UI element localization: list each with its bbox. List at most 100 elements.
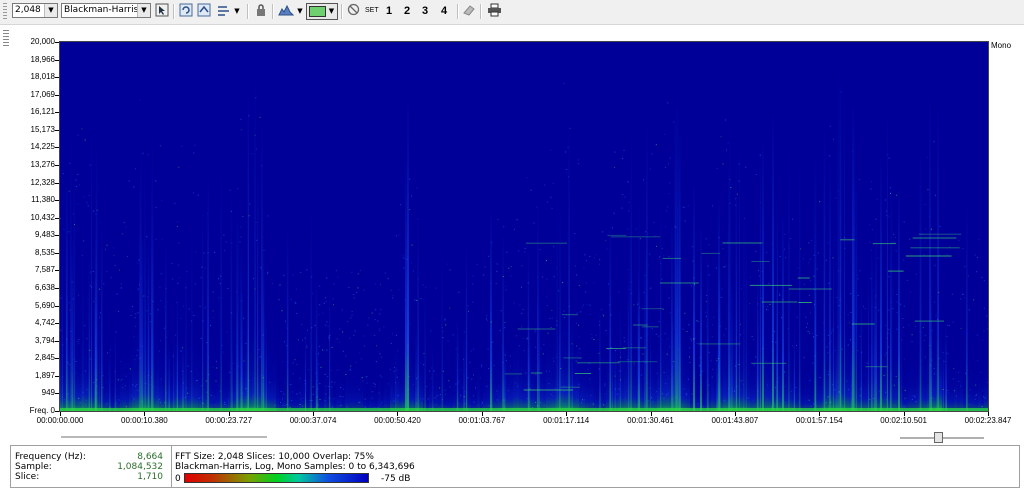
x-tick-label: 00:00:10.380 — [121, 416, 168, 425]
x-tick — [819, 412, 820, 416]
set-label: SET — [365, 7, 379, 14]
color-scheme-button[interactable]: ▼ — [306, 3, 338, 20]
chevron-down-icon: ▼ — [137, 4, 150, 17]
y-tick-label: 6,638 — [34, 283, 55, 292]
scale-icon — [218, 6, 229, 16]
y-tick-label: 2,845 — [34, 353, 55, 363]
x-tick-label: 00:01:03.767 — [458, 416, 506, 425]
color-scale-bar — [184, 473, 369, 483]
zoom-slider-thumb[interactable] — [933, 432, 943, 443]
scale-button[interactable] — [216, 3, 232, 19]
x-tick — [651, 412, 652, 416]
y-tick-label: 17,069 — [30, 89, 55, 99]
info-panel: Frequency (Hz): 8,664 Sample: 1,084,532 … — [10, 445, 1020, 488]
spectrogram-plot[interactable] — [59, 41, 989, 412]
peak-display-dropdown[interactable]: ▼ — [295, 3, 305, 19]
spectrogram-image — [60, 67, 988, 411]
y-tick-label: 949 — [41, 388, 55, 398]
y-tick-label: 5,690 — [34, 300, 55, 310]
x-tick — [904, 412, 905, 416]
db-max-label: -75 dB — [381, 474, 411, 484]
toolbar-separator — [341, 4, 343, 19]
horizontal-scrollbar[interactable] — [61, 436, 267, 438]
x-tick-label: 00:00:00.000 — [36, 416, 84, 425]
refresh-button[interactable] — [178, 3, 194, 19]
y-tick-label: 20,000 — [30, 37, 55, 46]
toolbar-separator — [457, 4, 459, 19]
y-tick-label: 13,276 — [30, 160, 55, 169]
y-tick-label: 1,897 — [34, 370, 55, 380]
cursor-icon — [155, 3, 169, 17]
sync-button[interactable] — [196, 3, 212, 19]
y-tick-label: 18,018 — [30, 72, 55, 82]
x-tick — [313, 412, 314, 416]
y-tick-label: 18,966 — [30, 54, 55, 64]
fft-size-select[interactable]: 2,048 ▼ — [12, 3, 58, 18]
y-tick-label: 11,380 — [31, 195, 55, 205]
toolbar-separator — [272, 4, 274, 19]
x-tick — [566, 412, 567, 416]
toolbar-grip[interactable] — [3, 3, 7, 20]
x-tick — [144, 412, 145, 416]
x-tick-label: 00:01:30.461 — [627, 416, 674, 425]
y-tick-label: 3,794 — [34, 335, 55, 345]
toolbar: 2,048 ▼ Blackman-Harris ▼ ▼ ▼ ▼ SET 1 2 … — [0, 0, 1024, 25]
printer-icon — [487, 3, 501, 17]
info-divider — [171, 446, 172, 487]
x-tick — [397, 412, 398, 416]
window-value: Blackman-Harris — [64, 5, 139, 15]
toolbar-separator — [247, 4, 249, 19]
lock-button[interactable] — [253, 3, 269, 19]
toolbar-separator — [480, 4, 482, 19]
y-tick-label: 15,173 — [30, 124, 55, 134]
chevron-down-icon: ▼ — [234, 7, 240, 15]
y-tick-label: 10,432 — [30, 212, 55, 222]
x-tick-label: 00:01:17.114 — [543, 416, 590, 425]
fft-size-value: 2,048 — [15, 5, 41, 15]
y-tick-label: 16,121 — [30, 107, 55, 117]
y-tick-label: 14,225 — [30, 142, 55, 152]
sync-icon — [197, 3, 211, 17]
y-tick-label: 8,535 — [34, 247, 55, 257]
x-tick — [735, 412, 736, 416]
print-button[interactable] — [486, 3, 502, 19]
toolbar-separator — [173, 4, 175, 19]
x-tick — [482, 412, 483, 416]
y-tick-label: 12,328 — [30, 177, 55, 187]
x-tick-label: 00:02:10.501 — [880, 416, 927, 425]
x-tick-label: 00:00:50.420 — [374, 416, 421, 425]
x-tick-label: 00:01:43.807 — [711, 416, 759, 425]
cursor-select-button[interactable] — [154, 3, 170, 19]
lock-icon — [257, 4, 265, 16]
no-entry-icon — [347, 3, 359, 16]
chevron-down-icon: ▼ — [328, 7, 335, 15]
slice-label: Slice: — [15, 472, 40, 482]
y-tick-label: 9,483 — [34, 230, 55, 240]
eraser-icon — [463, 5, 475, 16]
chevron-down-icon: ▼ — [297, 7, 303, 15]
set-3-button[interactable]: 3 — [422, 3, 428, 19]
y-tick-label: 4,742 — [34, 318, 55, 328]
x-tick-label: 00:00:37.074 — [289, 416, 337, 425]
x-tick — [60, 412, 61, 416]
set-1-button[interactable]: 1 — [386, 3, 392, 19]
peak-display-button[interactable] — [278, 3, 295, 19]
set-4-button[interactable]: 4 — [441, 3, 447, 19]
set-2-button[interactable]: 2 — [404, 3, 410, 19]
waveform-icon — [278, 4, 295, 16]
window-info-line: Blackman-Harris, Log, Mono Samples: 0 to… — [175, 462, 415, 472]
refresh-icon — [179, 3, 193, 17]
y-tick-label: 7,587 — [34, 265, 55, 275]
x-tick-label: 00:02:23.847 — [964, 416, 1012, 425]
x-tick — [988, 412, 989, 416]
x-tick — [229, 412, 230, 416]
slice-value: 1,710 — [137, 472, 163, 482]
chevron-down-icon: ▼ — [44, 4, 57, 17]
x-tick-label: 00:00:23.727 — [205, 416, 253, 425]
x-tick-label: 00:01:57.154 — [795, 416, 843, 425]
eraser-button[interactable] — [461, 3, 477, 19]
window-select[interactable]: Blackman-Harris ▼ — [61, 3, 151, 18]
clear-button[interactable] — [345, 3, 361, 19]
scale-dropdown[interactable]: ▼ — [232, 3, 242, 19]
channel-label: Mono — [991, 41, 1012, 50]
